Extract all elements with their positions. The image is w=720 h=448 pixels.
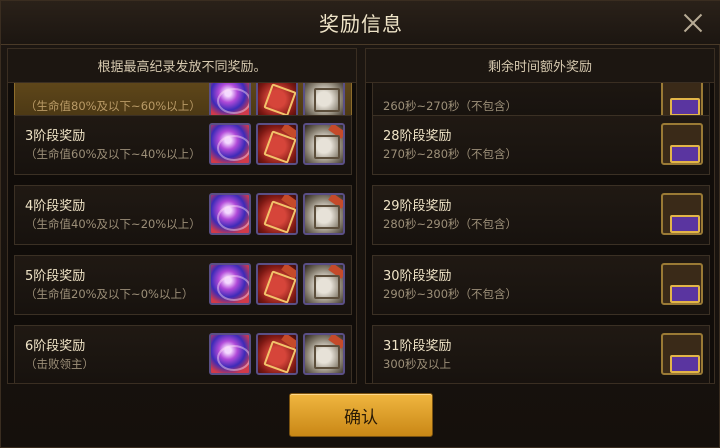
row-subtitle: （生命值60%及以下~40%以上）	[25, 147, 201, 161]
dialog-title: 奖励信息	[319, 12, 403, 36]
stage-reward-list[interactable]: 根据最高纪录发放不同奖励。 （生命值80%及以下~60%以上） 3阶段奖励 （生…	[7, 48, 357, 384]
red-chest-icon[interactable]	[256, 123, 298, 165]
list-item: 29阶段奖励 280秒~290秒（不包含）	[372, 185, 710, 245]
orb-icon[interactable]	[209, 193, 251, 235]
row-subtitle: 280秒~290秒（不包含）	[383, 217, 518, 231]
list-item: 31阶段奖励 300秒及以上	[372, 325, 710, 383]
list-item: 4阶段奖励 （生命值40%及以下~20%以上）	[14, 185, 352, 245]
right-panel-header: 剩余时间额外奖励	[366, 49, 714, 83]
list-item: 3阶段奖励 （生命值60%及以下~40%以上）	[14, 115, 352, 175]
row-subtitle: （生命值40%及以下~20%以上）	[25, 217, 201, 231]
treasure-chest-icon[interactable]	[661, 263, 703, 305]
row-subtitle: 270秒~280秒（不包含）	[383, 147, 518, 161]
row-title: 5阶段奖励	[25, 269, 86, 284]
silver-chest-icon[interactable]	[303, 123, 345, 165]
title-bar: 奖励信息	[1, 1, 720, 45]
row-subtitle: （生命值20%及以下~0%以上）	[25, 287, 194, 301]
treasure-chest-icon[interactable]	[661, 333, 703, 375]
row-subtitle: （击败领主）	[25, 357, 94, 371]
silver-chest-icon[interactable]	[303, 193, 345, 235]
row-title: 29阶段奖励	[383, 199, 452, 214]
confirm-button[interactable]: 确认	[289, 393, 433, 437]
row-subtitle: 260秒~270秒（不包含）	[383, 99, 518, 113]
row-subtitle: （生命值80%及以下~60%以上）	[25, 99, 201, 113]
row-title: 28阶段奖励	[383, 129, 452, 144]
list-item: 5阶段奖励 （生命值20%及以下~0%以上）	[14, 255, 352, 315]
close-icon[interactable]	[679, 9, 707, 37]
time-bonus-reward-list[interactable]: 剩余时间额外奖励 260秒~270秒（不包含） 28阶段奖励 270秒~280秒…	[365, 48, 715, 384]
row-title: 31阶段奖励	[383, 339, 452, 354]
red-chest-icon[interactable]	[256, 263, 298, 305]
list-item: 30阶段奖励 290秒~300秒（不包含）	[372, 255, 710, 315]
reward-info-dialog: 奖励信息 根据最高纪录发放不同奖励。 （生命值80%及以下~60%以上） 3阶段…	[0, 0, 720, 448]
row-title: 4阶段奖励	[25, 199, 86, 214]
row-subtitle: 300秒及以上	[383, 357, 451, 371]
list-item: 28阶段奖励 270秒~280秒（不包含）	[372, 115, 710, 175]
treasure-chest-icon[interactable]	[661, 123, 703, 165]
row-subtitle: 290秒~300秒（不包含）	[383, 287, 518, 301]
row-title: 6阶段奖励	[25, 339, 86, 354]
orb-icon[interactable]	[209, 333, 251, 375]
row-title: 3阶段奖励	[25, 129, 86, 144]
red-chest-icon[interactable]	[256, 333, 298, 375]
left-panel-header: 根据最高纪录发放不同奖励。	[8, 49, 356, 83]
treasure-chest-icon[interactable]	[661, 193, 703, 235]
orb-icon[interactable]	[209, 263, 251, 305]
silver-chest-icon[interactable]	[303, 263, 345, 305]
row-title: 30阶段奖励	[383, 269, 452, 284]
list-item: 6阶段奖励 （击败领主）	[14, 325, 352, 383]
orb-icon[interactable]	[209, 123, 251, 165]
silver-chest-icon[interactable]	[303, 333, 345, 375]
red-chest-icon[interactable]	[256, 193, 298, 235]
